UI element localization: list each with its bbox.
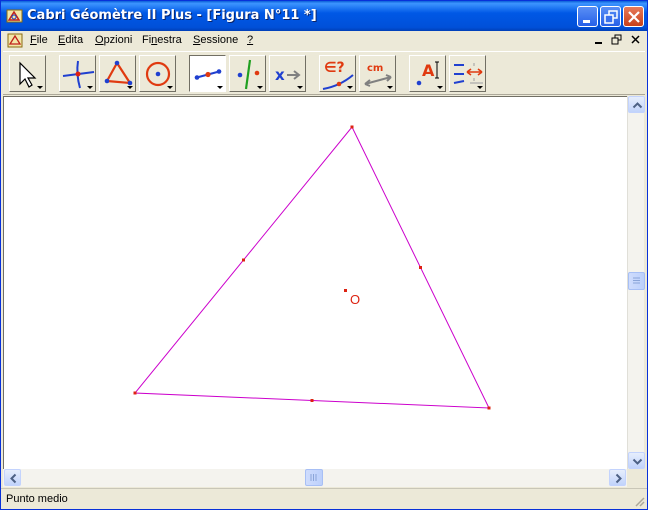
geometry-figure[interactable] (4, 97, 627, 469)
status-bar: Punto medio (1, 488, 647, 509)
document-icon[interactable] (7, 33, 23, 48)
window-title: Cabri Géomètre II Plus - [Figura N°11 *] (27, 8, 317, 23)
scroll-right-button[interactable] (609, 469, 626, 486)
dropdown-arrow-icon (387, 86, 393, 89)
draw-tool-button[interactable] (449, 55, 486, 92)
resize-grip-icon[interactable] (633, 495, 645, 507)
menu-bar: File Edita Opzioni Finestra Sessione ? (1, 31, 647, 50)
membership-label: ∈? (324, 60, 345, 76)
svg-text:x: x (275, 66, 285, 84)
menu-edita-label: dita (65, 34, 84, 46)
chevron-right-icon (615, 473, 622, 484)
measure-label: cm (367, 63, 383, 74)
menu-sessione-label: essione (200, 34, 239, 46)
macro-tool-button[interactable]: x (269, 55, 306, 92)
lines-tool-button[interactable] (99, 55, 136, 92)
chevron-left-icon (10, 473, 17, 484)
minimize-icon (583, 20, 590, 23)
dropdown-arrow-icon (127, 86, 133, 89)
display-tool-button[interactable]: A (409, 55, 446, 92)
close-icon (628, 11, 640, 23)
title-bar[interactable]: Cabri Géomètre II Plus - [Figura N°11 *] (1, 1, 647, 31)
dropdown-arrow-icon (217, 86, 223, 89)
chevron-up-icon (632, 102, 643, 109)
label-letter: A (422, 61, 435, 80)
status-text: Punto medio (6, 493, 68, 505)
dropdown-arrow-icon (167, 86, 173, 89)
application-window: Cabri Géomètre II Plus - [Figura N°11 *]… (0, 0, 648, 510)
dropdown-arrow-icon (297, 86, 303, 89)
points-tool-button[interactable] (59, 55, 96, 92)
menu-edita[interactable]: Edita (58, 34, 83, 46)
pointer-tool-button[interactable] (9, 55, 46, 92)
check-property-tool-button[interactable]: ∈? (319, 55, 356, 92)
menu-help-label: ? (247, 34, 254, 46)
restore-button[interactable] (600, 6, 621, 27)
measure-tool-button[interactable]: cm (359, 55, 396, 92)
toolbar: x ∈? cm A (3, 51, 645, 95)
mdi-restore-icon[interactable] (609, 33, 624, 47)
grip-lines-icon (633, 277, 640, 284)
vertex-right[interactable] (487, 406, 491, 410)
minimize-button[interactable] (577, 6, 598, 27)
menu-finestra-prefix: Fi (142, 34, 152, 46)
vertical-scrollbar[interactable] (627, 96, 645, 469)
scroll-left-button[interactable] (4, 469, 21, 486)
vertical-scroll-thumb[interactable] (628, 272, 645, 290)
construct-tool-button[interactable] (189, 55, 226, 92)
transform-tool-button[interactable] (229, 55, 266, 92)
vertex-top[interactable] (350, 125, 354, 129)
triangle[interactable] (133, 126, 490, 409)
menu-help[interactable]: ? (247, 34, 253, 46)
menu-opzioni-label: pzioni (103, 34, 133, 46)
menu-file[interactable]: File (30, 34, 48, 46)
menu-opzioni-accel: O (95, 34, 104, 46)
drawing-canvas[interactable]: O (3, 96, 627, 469)
mdi-close-icon[interactable] (628, 33, 643, 47)
mdi-minimize-icon[interactable] (591, 33, 606, 47)
dropdown-arrow-icon (437, 86, 443, 89)
restore-icon (604, 10, 618, 24)
vertex-left[interactable] (133, 391, 137, 395)
midpoint-right-side[interactable] (419, 266, 422, 269)
grip-lines-icon (310, 474, 317, 481)
scroll-down-button[interactable] (628, 452, 645, 469)
horizontal-scrollbar[interactable] (3, 469, 627, 487)
point-o-label[interactable]: O (350, 292, 360, 307)
midpoint-left-side[interactable] (242, 258, 245, 262)
dropdown-arrow-icon (37, 86, 43, 89)
dropdown-arrow-icon (477, 86, 483, 89)
close-button[interactable] (623, 6, 644, 27)
dropdown-arrow-icon (87, 86, 93, 89)
menu-finestra-label: estra (157, 34, 182, 46)
dropdown-arrow-icon (257, 86, 263, 89)
menu-finestra[interactable]: Finestra (142, 34, 182, 46)
horizontal-scroll-thumb[interactable] (305, 469, 323, 486)
midpoint-bottom-side[interactable] (310, 399, 314, 402)
chevron-down-icon (632, 458, 643, 465)
menu-file-label: ile (36, 34, 48, 46)
scroll-up-button[interactable] (628, 96, 645, 113)
cabri-app-icon[interactable] (6, 8, 23, 24)
menu-file-accel: F (30, 34, 37, 46)
menu-opzioni[interactable]: Opzioni (95, 34, 132, 46)
dropdown-arrow-icon (347, 86, 353, 89)
scrollbar-corner (627, 469, 644, 487)
curves-tool-button[interactable] (139, 55, 176, 92)
menu-sessione[interactable]: Sessione (193, 34, 238, 46)
point-o[interactable] (344, 289, 347, 292)
